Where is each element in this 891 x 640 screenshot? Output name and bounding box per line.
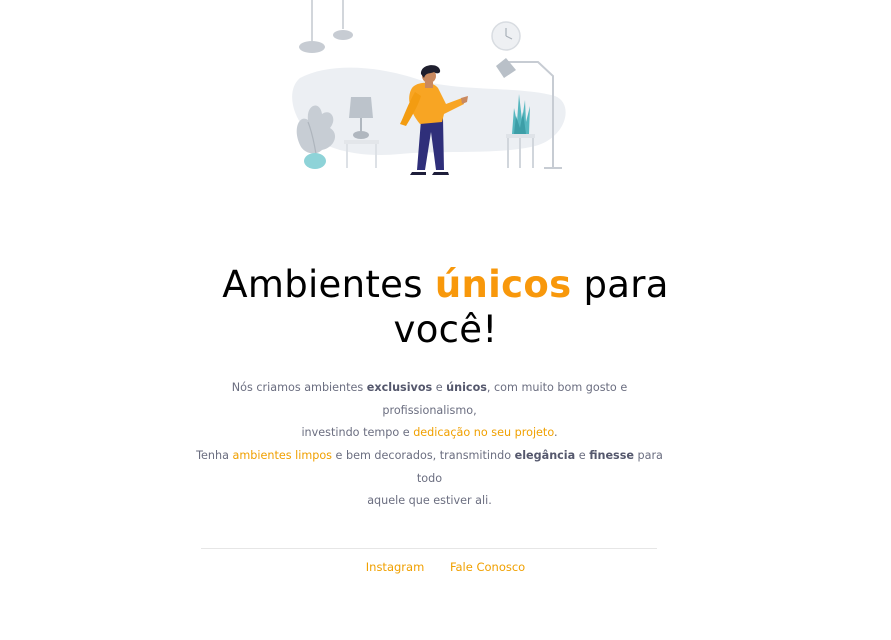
details-paragraph: Tenha ambientes limpos e bem decorados, … <box>196 445 663 513</box>
footer-nav: Instagram Fale Conosco <box>0 559 891 575</box>
details-bold-finesse: finesse <box>589 449 634 462</box>
intro-text: Nós criamos ambientes <box>231 381 367 394</box>
intro-text: . <box>553 426 558 439</box>
intro-paragraph: Nós criamos ambientes exclusivos e único… <box>196 377 663 445</box>
intro-highlight: dedicação no seu projeto <box>413 426 554 439</box>
intro-text: e <box>432 381 447 394</box>
instagram-link[interactable]: Instagram <box>366 560 425 574</box>
intro-bold-unicos: únicos <box>446 381 487 394</box>
details-text: e bem decorados, transmitindo <box>332 449 515 462</box>
title-line2: você! <box>393 308 498 351</box>
title-text-end: para <box>571 263 669 306</box>
details-text: Tenha <box>196 449 233 462</box>
title-highlight: únicos <box>434 263 572 306</box>
details-highlight: ambientes limpos <box>232 449 332 462</box>
person-in-room-illustration <box>292 0 566 175</box>
details-bold-elegancia: elegância <box>514 449 576 462</box>
details-text: aquele que estiver ali. <box>367 494 492 507</box>
details-text: e <box>575 449 590 462</box>
page-title: Ambientes únicos para você! <box>0 262 891 352</box>
intro-text: investindo tempo e <box>301 426 414 439</box>
title-text-start: Ambientes <box>222 263 435 306</box>
contact-link[interactable]: Fale Conosco <box>450 560 525 574</box>
intro-bold-exclusivos: exclusivos <box>366 381 433 394</box>
footer-divider <box>201 548 657 549</box>
